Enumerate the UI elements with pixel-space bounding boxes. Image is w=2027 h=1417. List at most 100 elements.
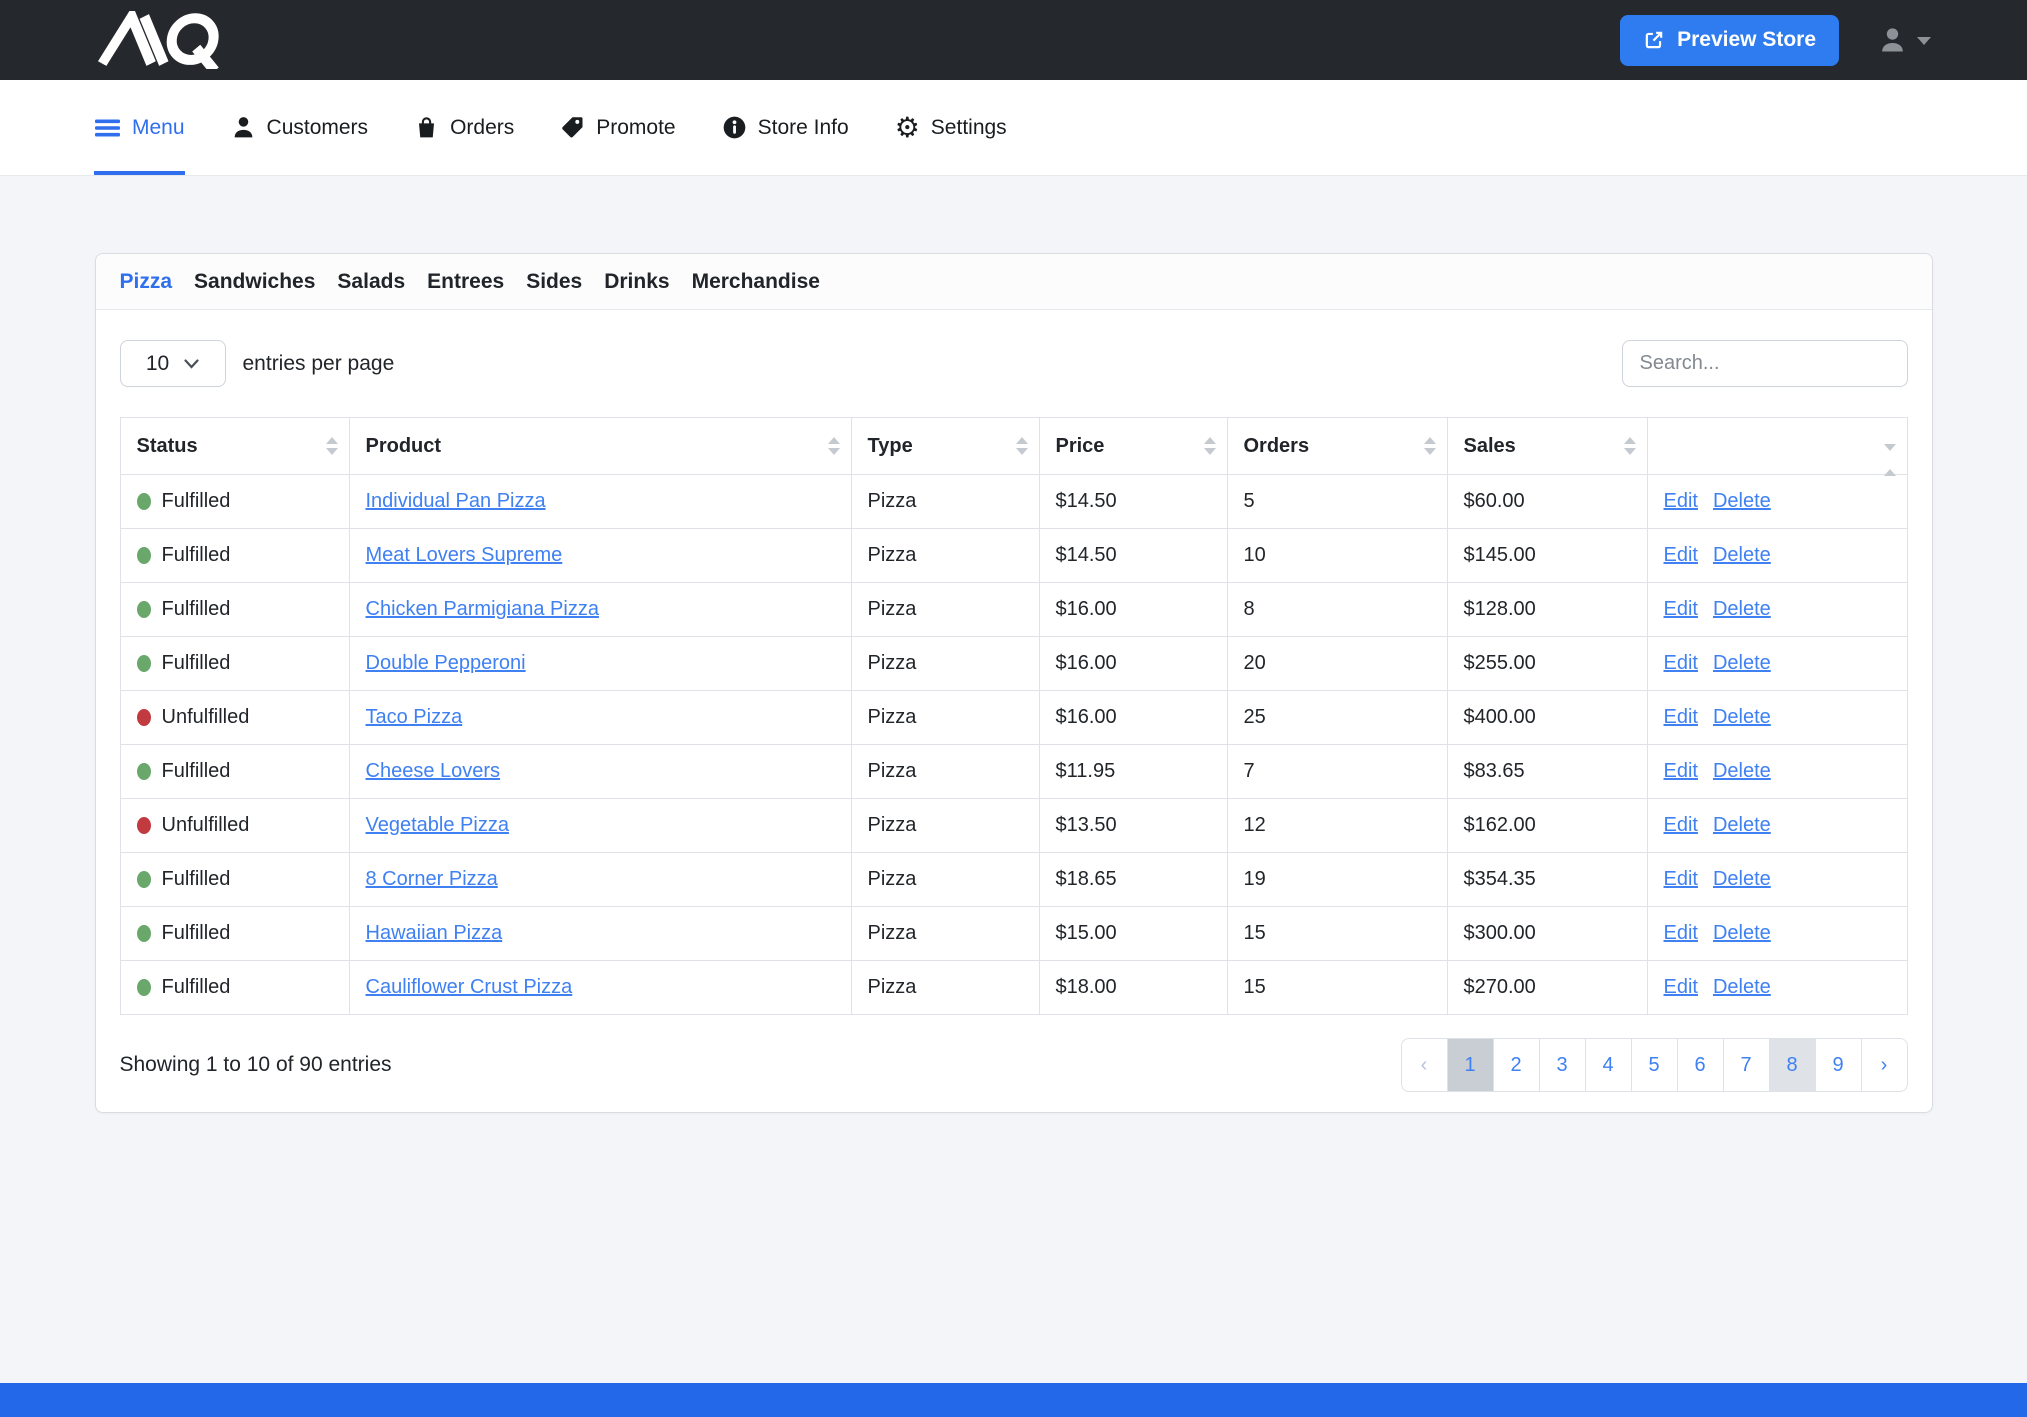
delete-link[interactable]: Delete [1713,598,1771,620]
status-cell: Unfulfilled [120,799,349,853]
nav-item-menu[interactable]: Menu [94,80,185,175]
product-link[interactable]: Taco Pizza [366,706,463,728]
actions-cell: Edit Delete [1647,745,1907,799]
product-cell: Meat Lovers Supreme [349,529,851,583]
product-link[interactable]: Individual Pan Pizza [366,490,546,512]
table-row: Fulfilled 8 Corner Pizza Pizza $18.65 19… [120,853,1907,907]
type-cell: Pizza [851,961,1039,1015]
edit-link[interactable]: Edit [1664,814,1698,836]
page-button-6[interactable]: 6 [1677,1038,1724,1092]
col-header-orders[interactable]: Orders [1227,418,1447,475]
product-link[interactable]: Chicken Parmigiana Pizza [366,598,599,620]
edit-link[interactable]: Edit [1664,922,1698,944]
product-link[interactable]: Cheese Lovers [366,760,501,782]
nav-item-settings[interactable]: ⚙ Settings [895,80,1007,175]
status-label: Fulfilled [162,652,231,674]
price-cell: $11.95 [1039,745,1227,799]
tab-sandwiches[interactable]: Sandwiches [194,270,315,294]
status-dot [137,709,151,726]
page-button-3[interactable]: 3 [1539,1038,1586,1092]
actions-cell: Edit Delete [1647,637,1907,691]
product-link[interactable]: Vegetable Pizza [366,814,509,836]
sales-cell: $83.65 [1447,745,1647,799]
category-tabs: Pizza Sandwiches Salads Entrees Sides Drinks M… [96,254,1932,310]
tab-merchandise[interactable]: Merchandise [692,270,820,294]
edit-link[interactable]: Edit [1664,652,1698,674]
delete-link[interactable]: Delete [1713,868,1771,890]
price-cell: $14.50 [1039,475,1227,529]
nav-item-orders[interactable]: Orders [414,80,514,175]
product-link[interactable]: Hawaiian Pizza [366,922,503,944]
delete-link[interactable]: Delete [1713,490,1771,512]
delete-link[interactable]: Delete [1713,706,1771,728]
page-button-5[interactable]: 5 [1631,1038,1678,1092]
orders-cell: 20 [1227,637,1447,691]
product-cell: Chicken Parmigiana Pizza [349,583,851,637]
product-link[interactable]: Meat Lovers Supreme [366,544,563,566]
page-button-7[interactable]: 7 [1723,1038,1770,1092]
edit-link[interactable]: Edit [1664,868,1698,890]
col-header-actions[interactable] [1647,418,1907,475]
edit-link[interactable]: Edit [1664,598,1698,620]
status-label: Fulfilled [162,490,231,512]
status-label: Fulfilled [162,976,231,998]
col-header-sales[interactable]: Sales [1447,418,1647,475]
page-button-2[interactable]: 2 [1493,1038,1540,1092]
delete-link[interactable]: Delete [1713,760,1771,782]
col-header-status[interactable]: Status [120,418,349,475]
product-link[interactable]: Cauliflower Crust Pizza [366,976,573,998]
preview-store-button[interactable]: Preview Store [1620,15,1839,66]
status-cell: Fulfilled [120,907,349,961]
bottom-accent-bar [0,1383,2027,1417]
sort-icon [828,437,840,455]
tab-drinks[interactable]: Drinks [604,270,669,294]
edit-link[interactable]: Edit [1664,760,1698,782]
price-cell: $14.50 [1039,529,1227,583]
type-cell: Pizza [851,583,1039,637]
prev-page-button[interactable]: ‹ [1401,1038,1448,1092]
tab-pizza[interactable]: Pizza [120,270,173,294]
search-input[interactable] [1622,340,1908,387]
edit-link[interactable]: Edit [1664,490,1698,512]
products-table: StatusProductTypePrice Orders Sales Fulfil… [120,417,1908,1015]
nav-item-customers[interactable]: Customers [231,80,369,175]
tab-entrees[interactable]: Entrees [427,270,504,294]
edit-link[interactable]: Edit [1664,544,1698,566]
col-header-label: Orders [1244,435,1310,457]
page-button-9[interactable]: 9 [1815,1038,1862,1092]
status-cell: Fulfilled [120,637,349,691]
product-cell: 8 Corner Pizza [349,853,851,907]
actions-cell: Edit Delete [1647,529,1907,583]
entries-per-page-select[interactable]: 10 [120,340,226,387]
edit-link[interactable]: Edit [1664,976,1698,998]
product-cell: Vegetable Pizza [349,799,851,853]
table-row: Fulfilled Cauliflower Crust Pizza Pizza … [120,961,1907,1015]
page-button-8[interactable]: 8 [1769,1038,1816,1092]
product-link[interactable]: 8 Corner Pizza [366,868,498,890]
table-header-row: StatusProductTypePrice Orders Sales [120,418,1907,475]
page-button-1[interactable]: 1 [1447,1038,1494,1092]
tab-salads[interactable]: Salads [337,270,405,294]
sales-cell: $145.00 [1447,529,1647,583]
product-link[interactable]: Double Pepperoni [366,652,526,674]
user-menu[interactable] [1877,25,1931,56]
delete-link[interactable]: Delete [1713,544,1771,566]
status-dot [137,763,151,780]
delete-link[interactable]: Delete [1713,814,1771,836]
nav-item-label: Settings [931,116,1007,140]
next-page-button[interactable]: › [1861,1038,1908,1092]
nav-item-store-info[interactable]: Store Info [722,80,849,175]
delete-link[interactable]: Delete [1713,652,1771,674]
col-header-product[interactable]: Product [349,418,851,475]
page-button-4[interactable]: 4 [1585,1038,1632,1092]
nav-item-promote[interactable]: Promote [560,80,675,175]
delete-link[interactable]: Delete [1713,922,1771,944]
col-header-price[interactable]: Price [1039,418,1227,475]
delete-link[interactable]: Delete [1713,976,1771,998]
status-label: Fulfilled [162,544,231,566]
caret-down-icon [1917,37,1931,45]
status-label: Fulfilled [162,760,231,782]
tab-sides[interactable]: Sides [526,270,582,294]
col-header-type[interactable]: Type [851,418,1039,475]
edit-link[interactable]: Edit [1664,706,1698,728]
